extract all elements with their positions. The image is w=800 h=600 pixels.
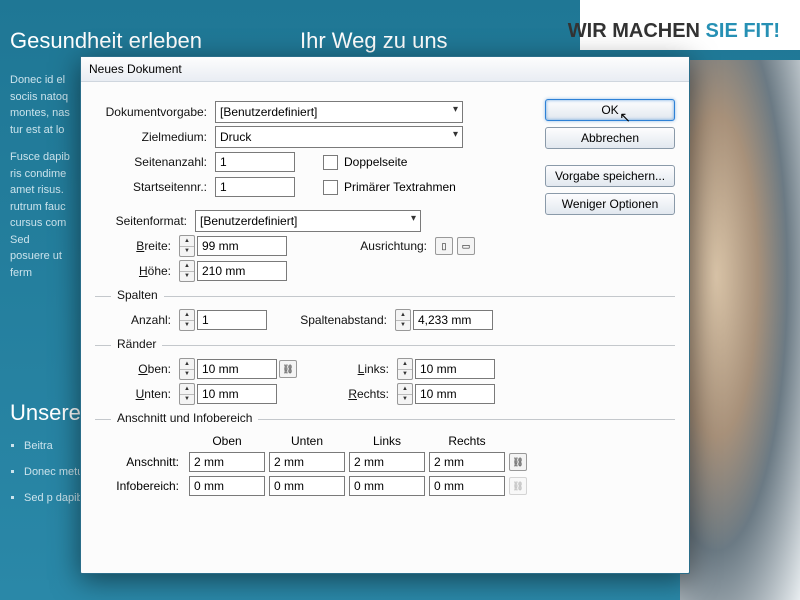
slug-right-input[interactable]: 0 mm (429, 476, 505, 496)
bleed-right-input[interactable]: 2 mm (429, 452, 505, 472)
pagesize-select[interactable]: [Benutzerdefiniert] (195, 210, 421, 232)
orientation-landscape-icon[interactable]: ▭ (457, 237, 475, 255)
margin-right-input[interactable]: 10 mm (415, 384, 495, 404)
preset-label: Dokumentvorgabe: (95, 105, 215, 119)
link-slug-icon[interactable]: ⛓ (509, 477, 527, 495)
col-count-spinner[interactable]: ▲▼ (179, 309, 195, 331)
margin-top-label: Oben: (95, 362, 179, 376)
fewer-options-button[interactable]: Weniger Optionen (545, 193, 675, 215)
slug-left-input[interactable]: 0 mm (349, 476, 425, 496)
margin-left-label: Links: (299, 362, 397, 376)
height-spinner[interactable]: ▲▼ (179, 260, 195, 282)
cancel-button[interactable]: Abbrechen (545, 127, 675, 149)
bg-left-title: Gesundheit erleben (10, 28, 202, 54)
margin-right-label: Rechts: (299, 387, 397, 401)
columns-group-title: Spalten (111, 288, 164, 302)
bg-mid-title: Ihr Weg zu uns (300, 28, 448, 54)
width-input[interactable]: 99 mm (197, 236, 287, 256)
margin-left-input[interactable]: 10 mm (415, 359, 495, 379)
width-label: Breite: (95, 239, 179, 253)
gutter-spinner[interactable]: ▲▼ (395, 309, 411, 331)
bg-mid-column: Ihr Weg zu uns (300, 28, 448, 54)
slug-label: Infobereich: (105, 479, 185, 493)
orientation-portrait-icon[interactable]: ▯ (435, 237, 453, 255)
col-count-label: Anzahl: (95, 313, 179, 327)
height-label: Höhe: (95, 264, 179, 278)
link-bleed-icon[interactable]: ⛓ (509, 453, 527, 471)
margin-bottom-input[interactable]: 10 mm (197, 384, 277, 404)
width-spinner[interactable]: ▲▼ (179, 235, 195, 257)
bleed-top-input[interactable]: 2 mm (189, 452, 265, 472)
slug-bottom-input[interactable]: 0 mm (269, 476, 345, 496)
margin-right-spinner[interactable]: ▲▼ (397, 383, 413, 405)
primary-frame-checkbox[interactable]: Primärer Textrahmen (323, 180, 456, 195)
facing-pages-checkbox[interactable]: Doppelseite (323, 155, 407, 170)
slug-top-input[interactable]: 0 mm (189, 476, 265, 496)
intent-label: Zielmedium: (95, 130, 215, 144)
gutter-label: Spaltenabstand: (267, 313, 395, 327)
col-count-input[interactable]: 1 (197, 310, 267, 330)
new-document-dialog: Neues Dokument OK Abbrechen Vorgabe spei… (80, 56, 690, 574)
start-label: Startseitennr.: (95, 180, 215, 194)
dialog-title: Neues Dokument (81, 57, 689, 82)
pages-input[interactable]: 1 (215, 152, 295, 172)
hero-image (680, 60, 800, 600)
bg-lower-column: Unsere Beitra Donec metu Sed p dapib (10, 400, 83, 518)
bleed-group-title: Anschnitt und Infobereich (111, 411, 258, 425)
margin-top-spinner[interactable]: ▲▼ (179, 358, 195, 380)
bleed-bottom-input[interactable]: 2 mm (269, 452, 345, 472)
link-margins-icon[interactable]: ⛓ (279, 360, 297, 378)
start-page-input[interactable]: 1 (215, 177, 295, 197)
bleed-label: Anschnitt: (105, 455, 185, 469)
header-slogan: WIR MACHEN SIE FIT! (568, 20, 780, 43)
preset-select[interactable]: [Benutzerdefiniert] (215, 101, 463, 123)
gutter-input[interactable]: 4,233 mm (413, 310, 493, 330)
margin-bottom-spinner[interactable]: ▲▼ (179, 383, 195, 405)
bleed-left-input[interactable]: 2 mm (349, 452, 425, 472)
ok-button[interactable]: OK (545, 99, 675, 121)
margin-left-spinner[interactable]: ▲▼ (397, 358, 413, 380)
margin-top-input[interactable]: 10 mm (197, 359, 277, 379)
orientation-label: Ausrichtung: (287, 239, 435, 253)
pages-label: Seitenanzahl: (95, 155, 215, 169)
margins-group-title: Ränder (111, 337, 162, 351)
save-preset-button[interactable]: Vorgabe speichern... (545, 165, 675, 187)
pagesize-label: Seitenformat: (95, 214, 195, 228)
height-input[interactable]: 210 mm (197, 261, 287, 281)
margin-bottom-label: Unten: (95, 387, 179, 401)
intent-select[interactable]: Druck (215, 126, 463, 148)
